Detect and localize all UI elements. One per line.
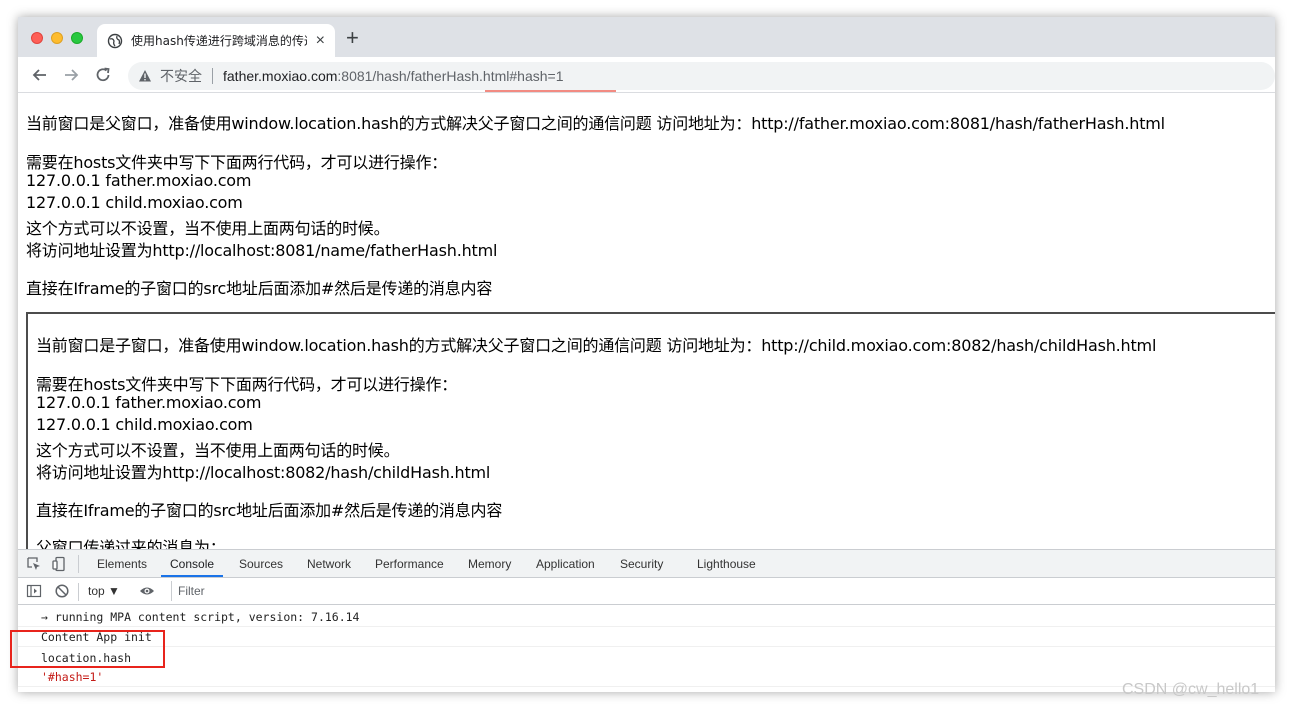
devtools-tab-bar: Elements Console Sources Network Perform… [18,550,1275,578]
active-tab-indicator [161,575,223,577]
back-icon[interactable] [29,64,51,86]
page-intro-text: 当前窗口是父窗口，准备使用window.location.hash的方式解决父子… [26,114,1165,133]
child-iframe[interactable]: 当前窗口是子窗口，准备使用window.location.hash的方式解决父子… [26,312,1275,549]
console-result-text: '#hash=1' [41,670,104,684]
annotation-highlight-box [10,630,165,668]
iframe-hosts-line-father: 127.0.0.1 father.moxiao.com [36,393,262,412]
console-input-line: location.hash [18,648,1275,668]
note-text: 这个方式可以不设置，当不使用上面两句话的时候。 [26,219,390,238]
devtools-panel: Elements Console Sources Network Perform… [18,549,1275,692]
globe-icon [107,33,123,48]
warning-icon [139,70,151,82]
iframe-hint-text: 直接在Iframe的子窗口的src地址后面添加#然后是传递的消息内容 [36,501,503,520]
url-host: father.moxiao.com [223,68,338,84]
minimize-window-button[interactable] [51,32,63,44]
url-path: :8081/hash/fatherHash.html#hash=1 [337,68,564,84]
console-filter-bar: top ▼ [18,578,1275,605]
browser-toolbar: 不安全 father.moxiao.com:8081/hash/fatherHa… [18,57,1275,93]
filter-divider [78,583,79,601]
iframe-hint-text: 直接在Iframe的子窗口的src地址后面添加#然后是传递的消息内容 [26,279,493,298]
parent-message-label: 父窗口传递过来的消息为： [36,538,226,549]
local-url-text: 将访问地址设置为http://localhost:8081/name/fathe… [26,241,498,260]
console-log-line: → running MPA content script, version: 7… [18,607,1275,627]
iframe-note-text: 这个方式可以不设置，当不使用上面两句话的时候。 [36,441,400,460]
tab-sources[interactable]: Sources [239,557,283,571]
reload-icon[interactable] [92,64,114,86]
iframe-intro-text: 当前窗口是子窗口，准备使用window.location.hash的方式解决父子… [36,336,1157,355]
eye-icon[interactable] [139,583,155,599]
browser-window: 使用hash传递进行跨域消息的传递 × + 不安全 father.moxiao.… [18,17,1275,692]
hosts-line-father: 127.0.0.1 father.moxiao.com [26,171,252,190]
page-content: 当前窗口是父窗口，准备使用window.location.hash的方式解决父子… [18,94,1275,549]
zoom-window-button[interactable] [71,32,83,44]
tab-network[interactable]: Network [307,557,351,571]
tab-elements[interactable]: Elements [97,557,147,571]
tab-console[interactable]: Console [170,557,214,571]
tab-memory[interactable]: Memory [468,557,511,571]
insecure-label: 不安全 [160,69,202,85]
iframe-hosts-intro: 需要在hosts文件夹中写下下面两行代码，才可以进行操作： [36,375,458,394]
context-selector[interactable]: top ▼ [88,584,120,598]
forward-icon[interactable] [60,64,82,86]
new-tab-button[interactable]: + [346,25,359,51]
tab-application[interactable]: Application [536,557,595,571]
tab-lighthouse[interactable]: Lighthouse [697,557,756,571]
tab-title: 使用hash传递进行跨域消息的传递 [131,34,307,48]
iframe-local-url: 将访问地址设置为http://localhost:8082/hash/child… [36,463,491,482]
clear-console-icon[interactable] [54,583,70,599]
browser-tab[interactable]: 使用hash传递进行跨域消息的传递 × [97,24,335,57]
device-toolbar-icon[interactable] [51,556,67,572]
url-hash-annotation [485,90,616,92]
console-filter-input[interactable] [171,581,1271,601]
inspect-element-icon[interactable] [26,556,42,572]
devtools-divider [78,555,79,573]
hosts-line-child: 127.0.0.1 child.moxiao.com [26,193,243,212]
tab-security[interactable]: Security [620,557,663,571]
address-bar[interactable]: 不安全 father.moxiao.com:8081/hash/fatherHa… [128,62,1275,90]
tab-strip: 使用hash传递进行跨域消息的传递 × + [18,17,1275,57]
hosts-intro-text: 需要在hosts文件夹中写下下面两行代码，才可以进行操作： [26,153,448,172]
url-text[interactable]: father.moxiao.com:8081/hash/fatherHash.h… [223,68,564,84]
tab-close-icon[interactable]: × [316,32,325,49]
tab-performance[interactable]: Performance [375,557,444,571]
sidebar-toggle-icon[interactable] [26,583,42,599]
console-log-line: Content App init [18,627,1275,647]
close-window-button[interactable] [31,32,43,44]
omnibox-divider [212,68,213,84]
console-result-line: '#hash=1' [18,667,1275,687]
console-log-text: → running MPA content script, version: 7… [41,610,360,624]
watermark: CSDN @cw_hello1 [1122,681,1260,698]
iframe-hosts-line-child: 127.0.0.1 child.moxiao.com [36,415,253,434]
